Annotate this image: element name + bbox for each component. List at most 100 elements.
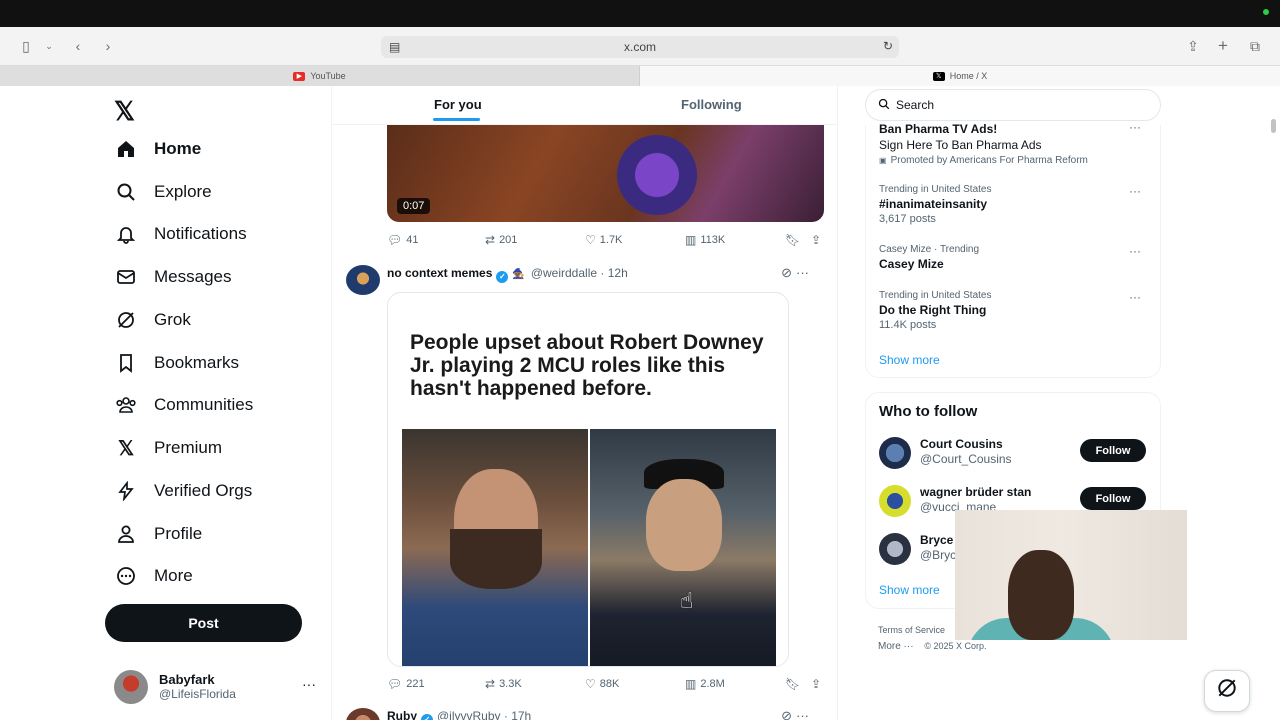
nav-notifications[interactable]: Notifications: [114, 219, 247, 249]
repost-button[interactable]: ⇄ 3.3K: [485, 677, 522, 691]
more-dots-icon[interactable]: ···: [796, 708, 809, 720]
like-button[interactable]: ♡ 1.7K: [585, 233, 622, 247]
share-button[interactable]: ⇪: [811, 233, 825, 247]
footer-link[interactable]: Terms of Service: [878, 625, 945, 635]
more-dots-icon[interactable]: ···: [302, 676, 316, 692]
grok-floating-button[interactable]: [1204, 670, 1250, 712]
nav-communities[interactable]: Communities: [114, 390, 253, 420]
tab-for-you[interactable]: For you: [433, 97, 482, 121]
trend-subtitle: Sign Here To Ban Pharma Ads: [879, 138, 1042, 152]
repost-button[interactable]: ⇄ 201: [485, 233, 517, 247]
nav-explore[interactable]: Explore: [114, 177, 212, 207]
reply-icon: 💬︎: [387, 677, 403, 691]
reply-button[interactable]: 💬︎ 41: [387, 233, 418, 247]
more-dots-icon[interactable]: ···: [1129, 120, 1141, 134]
search-icon: [114, 180, 138, 204]
tab-overview-icon[interactable]: ⧉: [1244, 35, 1266, 57]
chart-icon: ▥: [685, 677, 697, 691]
trend-item[interactable]: Trending in United States Do the Right T…: [879, 290, 1149, 331]
promoted-icon: ▣: [879, 156, 887, 165]
nav-verified-orgs[interactable]: Verified Orgs: [114, 476, 252, 506]
heart-icon: ♡: [585, 233, 596, 247]
trend-category: Casey Mize · Trending: [879, 244, 980, 255]
trend-item[interactable]: Ban Pharma TV Ads! Sign Here To Ban Phar…: [879, 120, 1149, 166]
nav-label: Explore: [154, 182, 212, 201]
tab-youtube[interactable]: ▶ YouTube: [0, 66, 640, 86]
bookmark-button[interactable]: 🔖︎: [785, 677, 804, 691]
avatar: [879, 437, 911, 469]
reload-icon[interactable]: ↻: [883, 39, 893, 53]
x-logo-icon[interactable]: 𝕏: [114, 96, 135, 127]
new-tab-icon[interactable]: +: [1212, 35, 1234, 57]
nav-label: Premium: [154, 438, 223, 457]
nav-label: Communities: [154, 395, 254, 414]
bookmark-button[interactable]: 🔖︎: [785, 233, 804, 247]
bookmark-icon: 🔖︎: [785, 677, 801, 691]
tweet-author[interactable]: Ruby ✓ @ilyvvRuby · 17h: [387, 709, 531, 720]
trend-posts: 3,617 posts: [879, 213, 936, 225]
video-media[interactable]: 0:07: [387, 125, 824, 222]
more-dots-icon[interactable]: ···: [1129, 244, 1141, 258]
tweet-image[interactable]: People upset about Robert Downey Jr. pla…: [387, 292, 789, 667]
address-bar[interactable]: ▤ x.com ↻: [381, 36, 899, 58]
nav-bookmarks[interactable]: Bookmarks: [114, 348, 239, 378]
heart-icon: ♡: [585, 677, 596, 691]
back-icon[interactable]: ‹: [67, 35, 89, 57]
x-logo-icon: 𝕏: [117, 437, 135, 460]
more-dots-icon[interactable]: ···: [796, 265, 809, 280]
chevron-down-icon[interactable]: ⌄: [38, 35, 60, 57]
search-input[interactable]: Search: [865, 89, 1161, 121]
follow-button[interactable]: Follow: [1080, 439, 1146, 462]
nav-label: Grok: [154, 310, 191, 329]
account-switcher[interactable]: Babyfark @LifeisFlorida ···: [114, 670, 324, 704]
show-more-link[interactable]: Show more: [879, 353, 940, 367]
trend-title: Do the Right Thing: [879, 303, 987, 317]
more-dots-icon[interactable]: ···: [1129, 184, 1141, 198]
repost-count: 3.3K: [499, 678, 522, 690]
grok-icon[interactable]: ⊘: [781, 265, 792, 281]
like-button[interactable]: ♡ 88K: [585, 677, 619, 691]
avatar: [114, 670, 148, 704]
nav-more[interactable]: More: [114, 561, 193, 591]
tab-home-x[interactable]: 𝕏 Home / X: [640, 66, 1280, 86]
footer-more-link[interactable]: More ···: [878, 641, 914, 652]
views-button[interactable]: ▥ 2.8M: [685, 677, 725, 691]
bell-icon: [114, 222, 138, 246]
tab-following[interactable]: Following: [681, 97, 742, 112]
nav-label: More: [154, 566, 193, 585]
forward-icon[interactable]: ›: [97, 35, 119, 57]
chart-icon: ▥: [685, 233, 697, 247]
avatar[interactable]: [346, 708, 380, 720]
more-dots-icon[interactable]: ···: [1129, 290, 1141, 304]
beard: [450, 529, 542, 589]
video-frame: [597, 135, 717, 215]
reply-icon: 💬︎: [387, 233, 403, 247]
follow-suggestion[interactable]: Court Cousins @Court_Cousins Follow: [879, 437, 1147, 469]
lightning-icon: [114, 479, 138, 503]
nav-label: Profile: [154, 524, 203, 543]
trend-item[interactable]: Casey Mize · Trending Casey Mize ···: [879, 244, 1149, 271]
nav-home[interactable]: Home: [114, 134, 201, 164]
avatar[interactable]: [346, 265, 380, 295]
nav-grok[interactable]: Grok: [114, 305, 191, 335]
post-button[interactable]: Post: [105, 604, 302, 642]
grok-icon[interactable]: ⊘: [781, 708, 792, 720]
nav-premium[interactable]: 𝕏 Premium: [114, 433, 222, 463]
user-handle: @Court_Cousins: [920, 452, 1012, 466]
scrollbar-thumb[interactable]: [1271, 119, 1276, 133]
follow-button[interactable]: Follow: [1080, 487, 1146, 510]
show-more-link[interactable]: Show more: [879, 583, 940, 597]
sidebar-toggle-icon[interactable]: ▯: [15, 35, 37, 57]
like-count: 1.7K: [599, 234, 623, 246]
nav-label: Messages: [154, 267, 232, 286]
nav-messages[interactable]: Messages: [114, 262, 231, 292]
feed-tabs: For you Following: [332, 86, 837, 125]
tweet-author[interactable]: no context memes ✓ 🧙🏾 @weirddalle · 12h: [387, 266, 628, 283]
reply-button[interactable]: 💬︎ 221: [387, 677, 425, 691]
nav-profile[interactable]: Profile: [114, 519, 202, 549]
share-icon[interactable]: ⇪: [1182, 35, 1204, 57]
share-button[interactable]: ⇪: [811, 677, 825, 691]
trend-item[interactable]: Trending in United States #inanimateinsa…: [879, 184, 1149, 225]
bookmark-icon: 🔖︎: [785, 233, 801, 247]
views-button[interactable]: ▥ 113K: [685, 233, 725, 247]
